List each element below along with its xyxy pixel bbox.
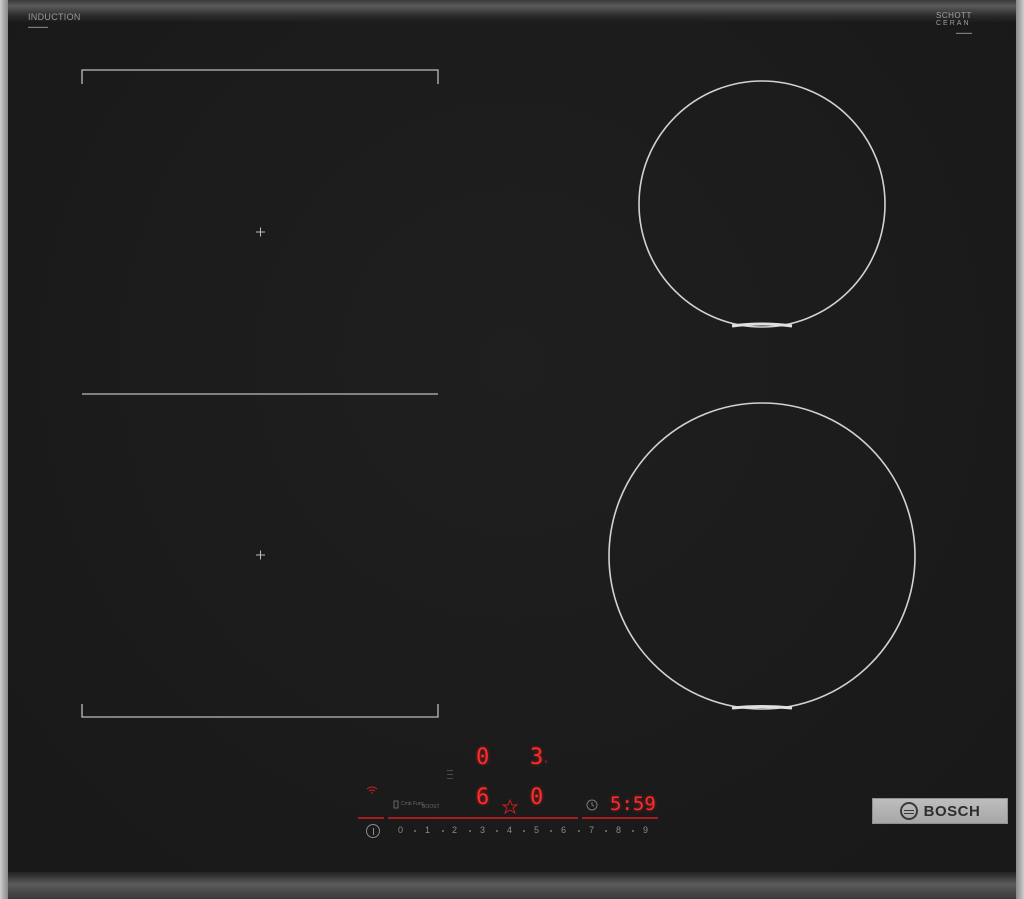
front-right-zone <box>608 402 916 710</box>
scale-label: 3 <box>480 825 486 835</box>
scale-label: 5 <box>534 825 540 835</box>
top-right-zone-display: 3 <box>530 745 544 770</box>
zone-indicator-marks <box>447 770 453 779</box>
scale-label: 8 <box>616 825 622 835</box>
timer-display: 5:59 <box>610 793 656 815</box>
combi-label[interactable]: Cmb Func <box>401 801 424 807</box>
scale-label: 2 <box>452 825 458 835</box>
top-right-zone-suffix: ° <box>544 760 548 767</box>
clock-icon <box>586 799 598 811</box>
scale-label: 0 <box>398 825 404 835</box>
bosch-wordmark: BOSCH <box>923 802 981 820</box>
bottom-right-zone-display: 0 <box>530 785 544 810</box>
flex-zone-top-bracket <box>81 69 439 84</box>
power-level-slider[interactable]: 0 1 2 3 4 5 6 7 8 9 <box>392 825 654 839</box>
star-icon <box>501 798 519 815</box>
boost-label[interactable]: BOOST <box>422 804 440 810</box>
top-left-zone-display: 0 <box>476 745 490 770</box>
wifi-icon <box>366 786 378 792</box>
bosch-badge: BOSCH <box>872 798 1008 824</box>
bottom-left-zone-display: 6 <box>476 785 490 810</box>
scale-label: 9 <box>643 825 649 835</box>
flex-zone-bottom-cross-icon <box>256 550 265 560</box>
scale-label: 7 <box>589 825 595 835</box>
rear-right-zone <box>638 80 886 328</box>
scale-label: 1 <box>425 825 431 835</box>
combi-indicator <box>393 800 399 809</box>
flex-zone-bottom-bracket <box>81 704 439 718</box>
scale-label: 6 <box>561 825 567 835</box>
power-icon[interactable] <box>366 824 380 838</box>
front-right-zone-marker <box>731 705 793 710</box>
cooking-zones <box>81 69 916 832</box>
bosch-logo-icon <box>899 802 918 820</box>
rear-right-zone-marker <box>731 322 793 328</box>
scale-label: 4 <box>507 825 513 835</box>
flex-zone-top-cross-icon <box>256 227 265 237</box>
